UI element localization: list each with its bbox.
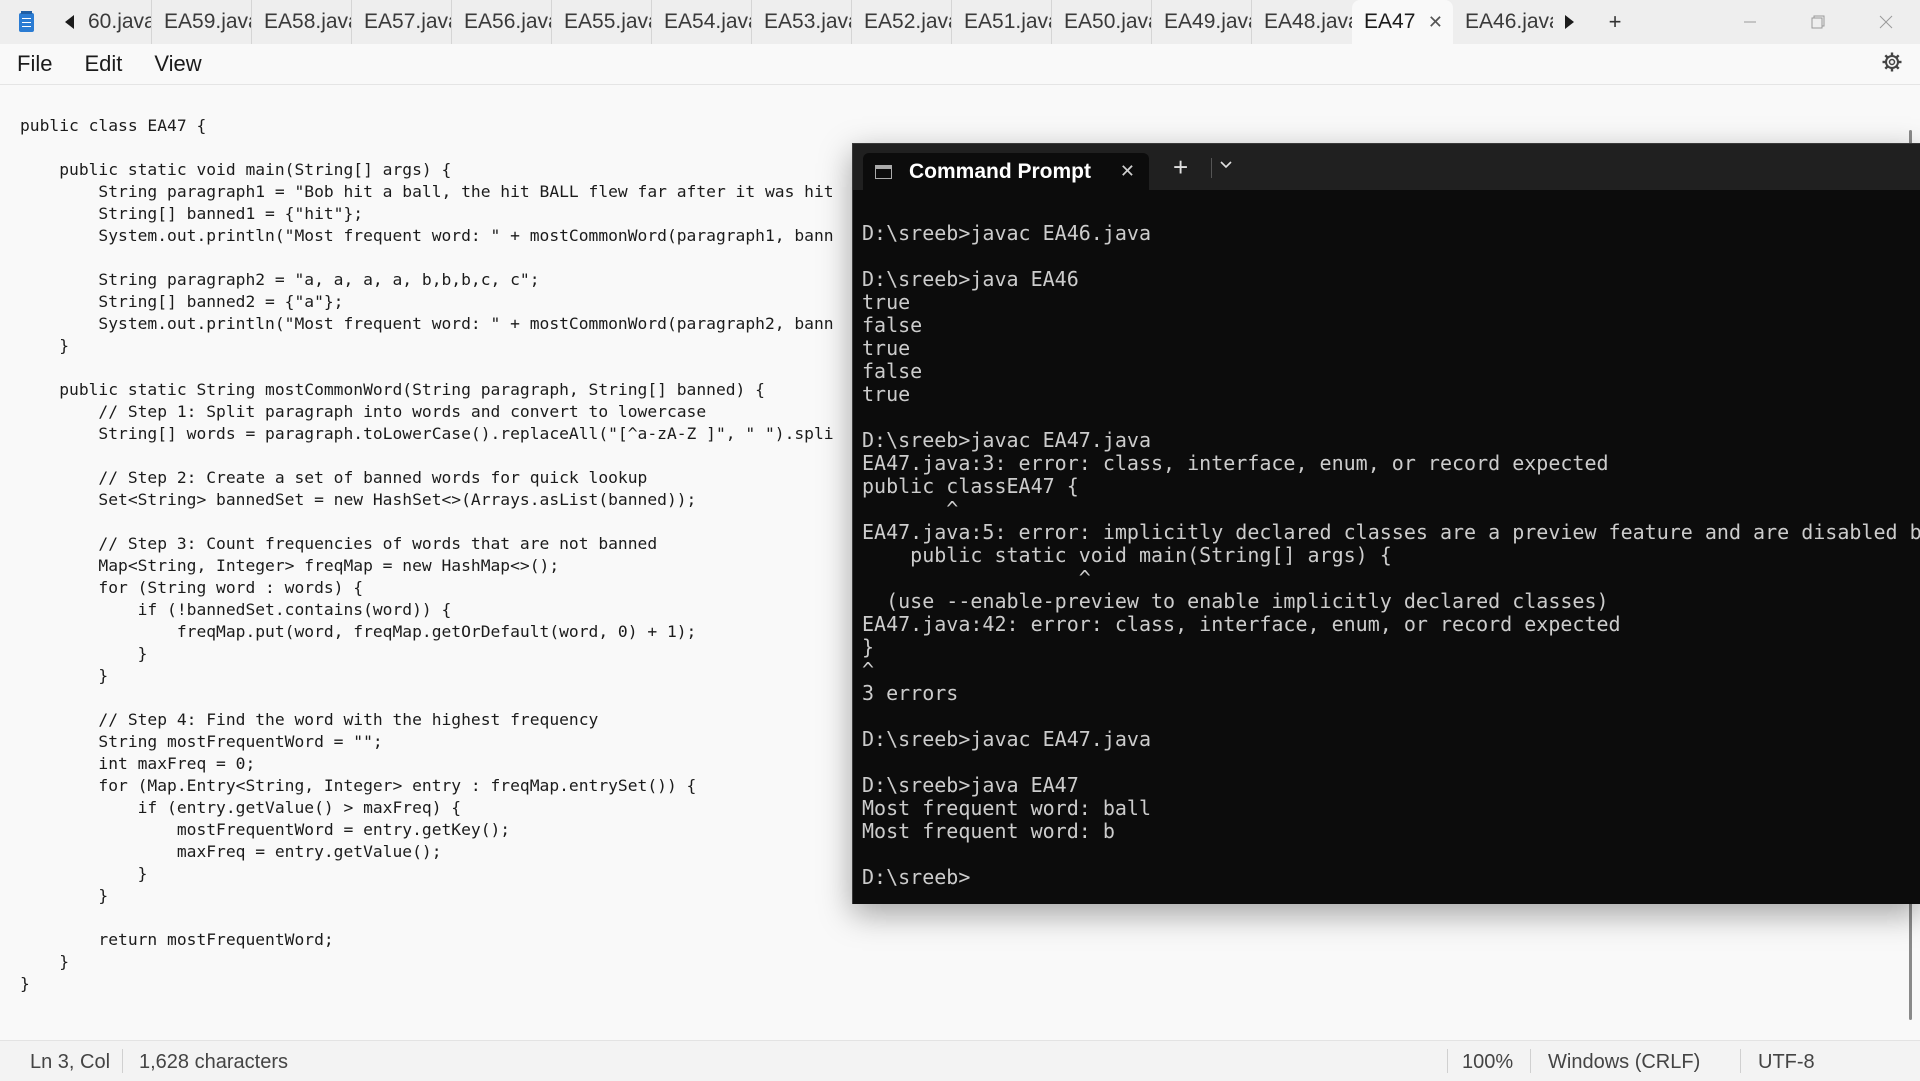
terminal-icon [875, 164, 892, 179]
caret-left-icon [65, 15, 74, 29]
tab-ea59-java[interactable]: EA59.java [152, 0, 252, 44]
tab-ea46-java[interactable]: EA46.java [1453, 0, 1553, 44]
line-ending[interactable]: Windows (CRLF) [1548, 1051, 1700, 1074]
tab-60-java[interactable]: 60.java [86, 0, 152, 44]
chevron-down-icon [1220, 161, 1232, 169]
menu-bar: File Edit View [0, 44, 1920, 85]
close-tab-icon[interactable]: ✕ [1428, 12, 1443, 33]
notepad-app-icon [0, 0, 52, 44]
close-icon [1879, 15, 1893, 29]
command-prompt-window[interactable]: Command Prompt ✕ + D:\sreeb>javac EA46.j… [852, 143, 1920, 904]
tab-ea48-java[interactable]: EA48.java [1252, 0, 1352, 44]
close-window-button[interactable] [1852, 0, 1920, 44]
settings-button[interactable] [1882, 52, 1902, 78]
status-bar: Ln 3, Col 1,628 characters 100% Windows … [0, 1040, 1920, 1081]
scroll-tabs-left-button[interactable] [52, 0, 86, 44]
tab-ea50-java[interactable]: EA50.java [1052, 0, 1152, 44]
notepad-tab-strip: 60.java EA59.java EA58.java EA57.java EA… [0, 0, 1920, 44]
scroll-tabs-right-button[interactable] [1553, 0, 1587, 44]
active-tab-label: EA47 [1364, 10, 1416, 33]
menu-file[interactable]: File [0, 51, 68, 77]
new-terminal-tab-button[interactable]: + [1173, 152, 1188, 183]
close-terminal-tab-icon[interactable]: ✕ [1120, 161, 1135, 182]
tab-ea49-java[interactable]: EA49.java [1152, 0, 1252, 44]
terminal-titlebar[interactable]: Command Prompt ✕ + [853, 144, 1920, 190]
tab-ea47-java-active[interactable]: EA47 ✕ [1352, 0, 1453, 44]
maximize-icon [1811, 15, 1825, 29]
tab-ea57-java[interactable]: EA57.java [352, 0, 452, 44]
window-controls [1716, 0, 1920, 44]
terminal-tab-title: Command Prompt [909, 159, 1092, 183]
caret-right-icon [1565, 15, 1574, 29]
character-count: 1,628 characters [139, 1051, 288, 1073]
terminal-dropdown-icon[interactable] [1220, 156, 1232, 172]
zoom-level[interactable]: 100% [1462, 1051, 1513, 1074]
tab-ea56-java[interactable]: EA56.java [452, 0, 552, 44]
minimize-icon [1744, 21, 1756, 23]
menu-edit[interactable]: Edit [68, 51, 138, 77]
tab-ea54-java[interactable]: EA54.java [652, 0, 752, 44]
new-tab-button[interactable]: + [1587, 0, 1643, 44]
gear-icon [1882, 52, 1902, 72]
terminal-output[interactable]: D:\sreeb>javac EA46.java D:\sreeb>java E… [862, 222, 1920, 889]
encoding[interactable]: UTF-8 [1758, 1051, 1815, 1074]
tab-ea51-java[interactable]: EA51.java [952, 0, 1052, 44]
terminal-tab[interactable]: Command Prompt ✕ [863, 153, 1149, 190]
code-content[interactable]: public class EA47 { public static void m… [20, 115, 834, 995]
cursor-position[interactable]: Ln 3, Col [30, 1051, 110, 1074]
tab-ea58-java[interactable]: EA58.java [252, 0, 352, 44]
menu-view[interactable]: View [138, 51, 217, 77]
maximize-button[interactable] [1784, 0, 1852, 44]
tab-ea53-java[interactable]: EA53.java [752, 0, 852, 44]
tab-ea52-java[interactable]: EA52.java [852, 0, 952, 44]
minimize-button[interactable] [1716, 0, 1784, 44]
tab-ea55-java[interactable]: EA55.java [552, 0, 652, 44]
